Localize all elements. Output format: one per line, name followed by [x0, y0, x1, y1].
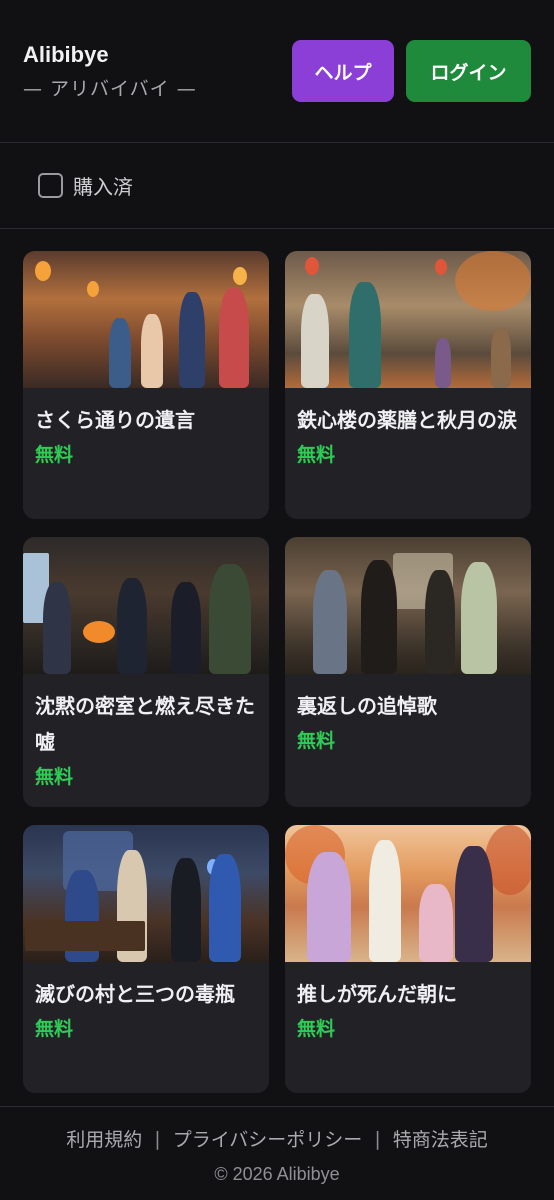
purchased-checkbox[interactable]	[38, 173, 63, 198]
scenario-thumbnail	[23, 251, 269, 388]
page: Alibibye — アリバイバイ — ヘルプ ログイン 購入済 さくら通りの遺…	[0, 0, 554, 1200]
privacy-link[interactable]: プライバシーポリシー	[173, 1125, 363, 1152]
card-price: 無料	[297, 730, 336, 752]
scenario-thumbnail	[23, 537, 269, 674]
footer-links: 利用規約 | プライバシーポリシー | 特商法表記	[66, 1125, 487, 1152]
card-body: 沈黙の密室と燃え尽きた嘘 無料	[23, 674, 269, 792]
scenario-thumbnail	[23, 825, 269, 962]
card-title: 鉄心楼の薬膳と秋月の涙	[297, 408, 517, 432]
card-body: 裏返しの追悼歌 無料	[285, 674, 531, 756]
scenario-card[interactable]: さくら通りの遺言 無料	[23, 251, 269, 519]
scenario-card[interactable]: 滅びの村と三つの毒瓶 無料	[23, 825, 269, 1093]
scenario-thumbnail	[285, 537, 531, 674]
card-title: 推しが死んだ朝に	[297, 982, 457, 1006]
card-title: さくら通りの遺言	[35, 408, 195, 432]
card-title: 裏返しの追悼歌	[297, 694, 437, 718]
filter-bar: 購入済	[0, 143, 554, 229]
footer-separator: |	[154, 1127, 161, 1150]
card-body: 推しが死んだ朝に 無料	[285, 962, 531, 1044]
scenario-card[interactable]: 裏返しの追悼歌 無料	[285, 537, 531, 807]
card-price: 無料	[35, 444, 74, 466]
scenario-card[interactable]: 沈黙の密室と燃え尽きた嘘 無料	[23, 537, 269, 807]
card-body: 鉄心楼の薬膳と秋月の涙 無料	[285, 388, 531, 470]
card-price: 無料	[35, 766, 74, 788]
brand-name: Alibibye	[23, 41, 109, 67]
purchased-filter[interactable]: 購入済	[38, 171, 133, 200]
app-header: Alibibye — アリバイバイ — ヘルプ ログイン	[0, 0, 554, 143]
footer-separator: |	[374, 1127, 381, 1150]
card-body: さくら通りの遺言 無料	[23, 388, 269, 470]
login-button[interactable]: ログイン	[406, 40, 531, 102]
copyright: © 2026 Alibibye	[214, 1164, 340, 1184]
card-price: 無料	[297, 444, 336, 466]
help-button[interactable]: ヘルプ	[292, 40, 394, 102]
brand: Alibibye — アリバイバイ —	[23, 42, 197, 101]
terms-link[interactable]: 利用規約	[66, 1125, 142, 1152]
scenario-thumbnail	[285, 251, 531, 388]
commerce-law-link[interactable]: 特商法表記	[393, 1125, 488, 1152]
card-body: 滅びの村と三つの毒瓶 無料	[23, 962, 269, 1044]
purchased-label: 購入済	[73, 175, 133, 199]
scenario-card[interactable]: 鉄心楼の薬膳と秋月の涙 無料	[285, 251, 531, 519]
scenario-card[interactable]: 推しが死んだ朝に 無料	[285, 825, 531, 1093]
footer: 利用規約 | プライバシーポリシー | 特商法表記 © 2026 Alibiby…	[0, 1106, 554, 1200]
scenario-thumbnail	[285, 825, 531, 962]
scenario-grid: さくら通りの遺言 無料 鉄心楼の薬膳と秋月の涙 無料 沈黙の密室と燃え尽きた嘘 …	[0, 229, 554, 1093]
header-actions: ヘルプ ログイン	[292, 40, 531, 102]
brand-subtitle: — アリバイバイ —	[23, 77, 197, 100]
card-price: 無料	[297, 1018, 336, 1040]
card-title: 沈黙の密室と燃え尽きた嘘	[35, 694, 255, 754]
card-price: 無料	[35, 1018, 74, 1040]
card-title: 滅びの村と三つの毒瓶	[35, 982, 235, 1006]
